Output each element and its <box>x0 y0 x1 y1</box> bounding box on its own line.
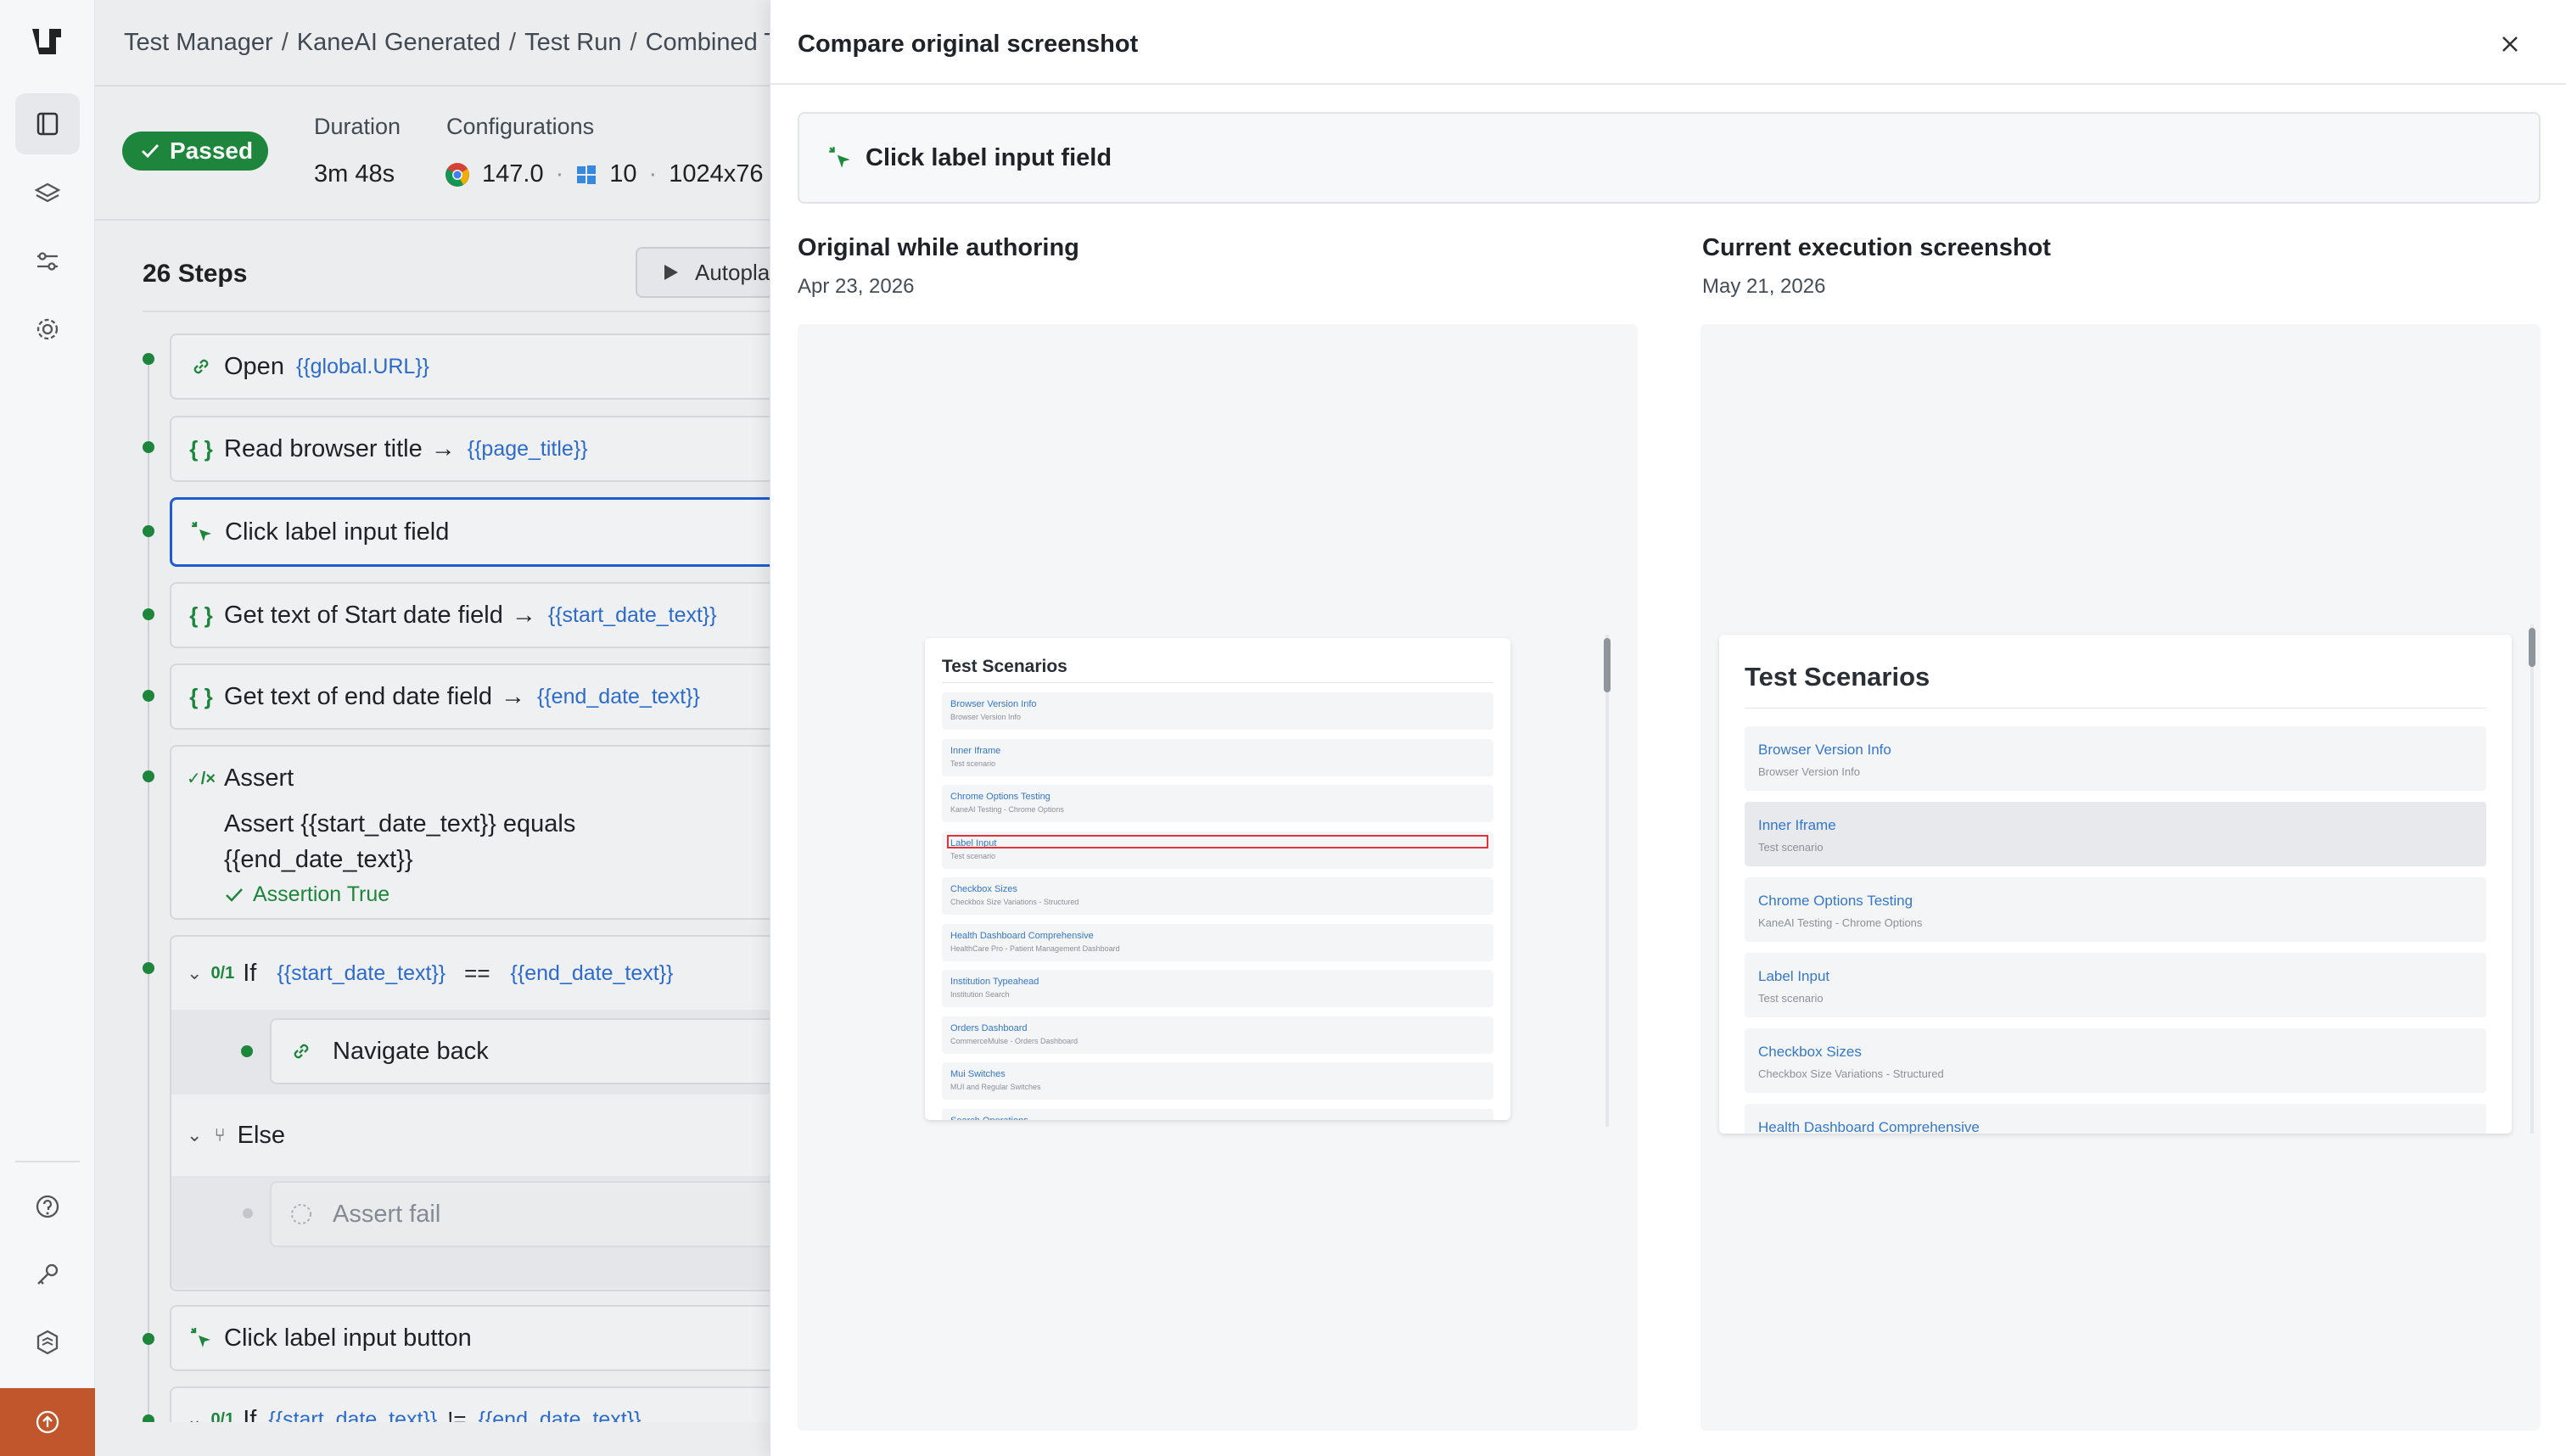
mini-list-item: Institution Typeahead Institution Search <box>942 970 1493 1007</box>
layers-nav-button[interactable] <box>15 163 80 224</box>
mini-item-name: Chrome Options Testing <box>950 792 1050 802</box>
mini-item-sub: Test scenario <box>950 759 996 768</box>
help-circle-icon <box>36 1195 59 1218</box>
scroll-track <box>2530 624 2534 1134</box>
mini-list-item: Inner Iframe Test scenario <box>942 738 1493 776</box>
mini-item-sub: CommerceMulse - Orders Dashboard <box>950 1036 1079 1045</box>
integrations-nav-button[interactable] <box>15 1312 80 1373</box>
scroll-track <box>1605 635 1609 1127</box>
mini-list-item: Label Input Test scenario <box>1745 953 2486 1017</box>
mini-list-item: Inner Iframe Test scenario <box>1745 802 2486 866</box>
mini-list-item: Health Dashboard Comprehensive HealthCare… <box>942 923 1493 961</box>
filters-nav-button[interactable] <box>15 231 80 292</box>
drawer-title: Compare original screenshot <box>798 31 1139 58</box>
scrollbar-thumb[interactable] <box>2529 628 2535 667</box>
compare-screenshot-drawer: Compare original screenshot Click label … <box>770 0 2566 1456</box>
original-title: Original while authoring <box>798 234 1079 261</box>
mini-item-sub: Browser Version Info <box>950 713 1022 721</box>
mini-item-sub: Test scenario <box>1758 841 1824 854</box>
mini-item-name: Mui Switches <box>950 1069 1006 1079</box>
current-date: May 21, 2026 <box>1702 275 1826 298</box>
gear-icon <box>36 318 59 340</box>
mini-item-name: Institution Typeahead <box>950 977 1039 987</box>
original-screenshot[interactable]: Test Scenarios Browser Version Info Browse… <box>798 324 1638 1431</box>
scrollbar-thumb[interactable] <box>1604 638 1611 692</box>
key-icon <box>37 1263 59 1285</box>
mini-list-item: Chrome Options Testing KaneAI Testing - C… <box>1745 877 2486 942</box>
mini-title-rule <box>942 682 1493 683</box>
current-screenshot[interactable]: Test Scenarios Browser Version Info Browse… <box>1700 324 2541 1431</box>
rail-divider <box>15 1161 80 1162</box>
mini-list-item: Search Operations <box>942 1108 1493 1121</box>
layers-icon <box>34 182 61 203</box>
mini-list-item: Checkbox Sizes Checkbox Size Variations -… <box>942 877 1493 915</box>
mini-list-item: Browser Version Info Browser Version Info <box>1745 726 2486 791</box>
mini-item-name: Inner Iframe <box>1758 817 1836 833</box>
current-screenshot-image: Test Scenarios Browser Version Info Browse… <box>1719 635 2512 1134</box>
mini-item-name: Orders Dashboard <box>950 1022 1028 1033</box>
close-icon <box>2502 36 2518 52</box>
original-date: Apr 23, 2026 <box>798 275 915 298</box>
mini-list-item: Checkbox Sizes Checkbox Size Variations -… <box>1745 1028 2486 1093</box>
book-icon <box>36 112 59 136</box>
mini-item-name: Inner Iframe <box>950 745 1001 756</box>
app-logo-icon[interactable] <box>29 25 66 63</box>
mini-item-sub: Test scenario <box>950 851 996 860</box>
mini-item-name: Browser Version Info <box>950 699 1037 709</box>
mini-item-sub: KaneAI Testing - Chrome Options <box>1758 916 1923 929</box>
compared-step-label: Click label input field <box>866 143 1112 171</box>
upgrade-button[interactable] <box>0 1388 95 1456</box>
mini-list-item: Browser Version Info Browser Version Info <box>942 692 1493 730</box>
mini-item-name: Health Dashboard Comprehensive <box>1758 1119 1980 1134</box>
mini-item-name: Checkbox Sizes <box>950 884 1017 894</box>
mini-item-sub: Browser Version Info <box>1758 765 1860 778</box>
mini-item-name: Label Input <box>1758 968 1830 984</box>
mini-item-sub: Test scenario <box>1758 992 1824 1005</box>
hexagon-stack-icon <box>36 1330 59 1355</box>
mini-item-sub: Checkbox Size Variations - Structured <box>1758 1067 1944 1080</box>
sparkle-cursor-icon <box>829 147 850 168</box>
mini-item-sub: MUI and Regular Switches <box>950 1083 1041 1091</box>
overlay-shade <box>95 0 865 1456</box>
mini-item-sub: Checkbox Size Variations - Structured <box>950 898 1079 906</box>
mini-item-sub: KaneAI Testing - Chrome Options <box>950 805 1064 814</box>
key-nav-button[interactable] <box>15 1244 80 1305</box>
left-rail <box>0 0 95 1456</box>
drawer-header: Compare original screenshot <box>770 0 2566 85</box>
mini-list-item: Mui Switches MUI and Regular Switches <box>942 1062 1493 1100</box>
mini-list-item: Health Dashboard ComprehensiveHealthCare… <box>1745 1104 2486 1134</box>
current-title: Current execution screenshot <box>1702 234 2051 261</box>
mini-item-name: Chrome Options Testing <box>1758 893 1913 909</box>
mini-item-name: Checkbox Sizes <box>1758 1044 1862 1060</box>
target-highlight-box <box>947 834 1488 848</box>
mini-item-name: Health Dashboard Comprehensive <box>950 930 1094 941</box>
mini-title: Test Scenarios <box>942 657 1067 676</box>
mini-item-name: Search Operations <box>950 1116 1028 1121</box>
compared-step: Click label input field <box>798 112 2541 204</box>
mini-list-item: Orders Dashboard CommerceMulse - Orders D… <box>942 1016 1493 1054</box>
close-button[interactable] <box>2493 27 2527 61</box>
mini-item-sub: HealthCare Pro - Patient Management Dash… <box>950 944 1120 953</box>
mini-list-item: Label Input Test scenario <box>942 831 1493 869</box>
original-screenshot-image: Test Scenarios Browser Version Info Browse… <box>925 638 1510 1120</box>
arrow-up-circle-icon <box>36 1410 59 1434</box>
mini-item-sub: Institution Search <box>950 990 1010 999</box>
sliders-icon <box>37 252 58 271</box>
test-manager-nav-button[interactable] <box>15 93 80 154</box>
help-nav-button[interactable] <box>15 1176 80 1237</box>
mini-item-name: Browser Version Info <box>1758 742 1891 758</box>
mini-title: Test Scenarios <box>1745 662 1930 692</box>
mini-list-item: Chrome Options Testing KaneAI Testing - C… <box>942 785 1493 822</box>
settings-nav-button[interactable] <box>15 299 80 360</box>
